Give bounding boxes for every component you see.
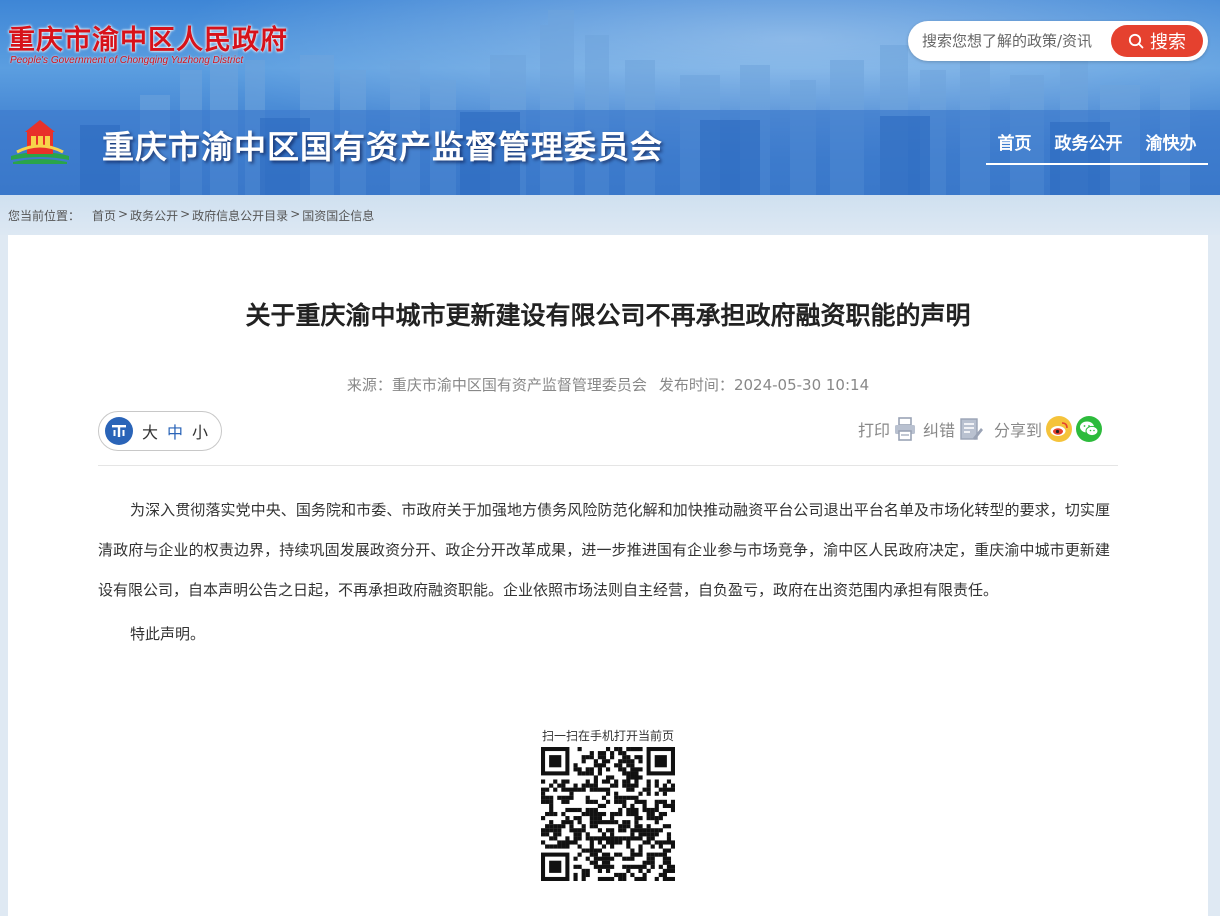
article-tools: 打印 纠错 分享到 — [858, 414, 1103, 444]
qr-caption: 扫一扫在手机打开当前页 — [541, 729, 674, 743]
search-input[interactable] — [922, 29, 1112, 53]
header-banner: 重庆市渝中区人民政府 People's Government of Chongq… — [0, 0, 1220, 195]
article-meta: 来源：重庆市渝中区国有资产监督管理委员会 发布时间：2024-05-30 10:1… — [0, 374, 1216, 395]
search-button-label: 搜索 — [1150, 32, 1186, 53]
article-title: 关于重庆渝中城市更新建设有限公司不再承担政府融资职能的声明 — [245, 301, 971, 330]
breadcrumb: 您当前位置： 首页 > 政务公开 > 政府信息公开目录 > 国资国企信息 — [8, 207, 374, 224]
font-size-icon — [105, 417, 133, 445]
correction-label: 纠错 — [923, 421, 956, 440]
weibo-icon — [1050, 422, 1068, 436]
time-label: 发布时间： — [658, 376, 734, 394]
qr-code-image — [541, 747, 675, 881]
article-divider — [98, 465, 1118, 466]
article-body: 为深入贯彻落实党中央、国务院和市委、市政府关于加强地方债务风险防范化解和加快推动… — [98, 490, 1110, 654]
wechat-share-button[interactable] — [1076, 416, 1103, 442]
gov-name[interactable]: 重庆市渝中区人民政府 — [8, 18, 288, 57]
font-size-switcher: 大 中 小 — [98, 411, 222, 451]
search-box: 搜索 — [908, 21, 1208, 61]
nav-item-gov-affairs[interactable]: 政务公开 — [1055, 131, 1123, 163]
font-size-small[interactable]: 小 — [192, 419, 208, 443]
breadcrumb-item-catalog[interactable]: 政府信息公开目录 — [192, 207, 288, 224]
breadcrumb-item-gov-affairs[interactable]: 政务公开 — [130, 207, 178, 224]
breadcrumb-separator: > — [180, 207, 191, 221]
breadcrumb-separator: > — [290, 207, 301, 221]
font-size-large[interactable]: 大 — [142, 419, 158, 443]
breadcrumb-item-soe-info[interactable]: 国资国企信息 — [302, 207, 374, 224]
weibo-share-button[interactable] — [1046, 416, 1073, 442]
print-icon — [895, 417, 916, 441]
article-paragraph: 特此声明。 — [130, 625, 206, 643]
publish-time: 2024-05-30 10:14 — [733, 376, 870, 394]
source-label: 来源： — [346, 376, 392, 394]
breadcrumb-label: 您当前位置： — [8, 209, 81, 223]
site-emblem-icon — [11, 120, 69, 164]
share-label: 分享到 — [994, 421, 1043, 440]
breadcrumb-separator: > — [118, 207, 129, 221]
main-nav: 首页 政务公开 渝快办 — [986, 131, 1208, 165]
print-label: 打印 — [858, 421, 891, 440]
correction-button[interactable]: 纠错 — [923, 416, 990, 442]
breadcrumb-item-home[interactable]: 首页 — [92, 207, 116, 224]
nav-item-home[interactable]: 首页 — [998, 131, 1032, 163]
wechat-icon — [1080, 421, 1099, 437]
site-title[interactable]: 重庆市渝中区国有资产监督管理委员会 — [102, 122, 663, 168]
font-size-medium[interactable]: 中 — [167, 419, 183, 443]
gov-name-english: People's Government of Chongqing Yuzhong… — [10, 55, 244, 66]
search-icon — [1128, 33, 1144, 49]
article-paragraph: 为深入贯彻落实党中央、国务院和市委、市政府关于加强地方债务风险防范化解和加快推动… — [98, 501, 1110, 599]
search-button[interactable]: 搜索 — [1111, 25, 1203, 57]
article-source: 重庆市渝中区国有资产监督管理委员会 — [391, 376, 647, 394]
correction-icon — [960, 418, 984, 440]
nav-item-yukuaiban[interactable]: 渝快办 — [1146, 131, 1197, 163]
print-button[interactable]: 打印 — [858, 416, 923, 442]
